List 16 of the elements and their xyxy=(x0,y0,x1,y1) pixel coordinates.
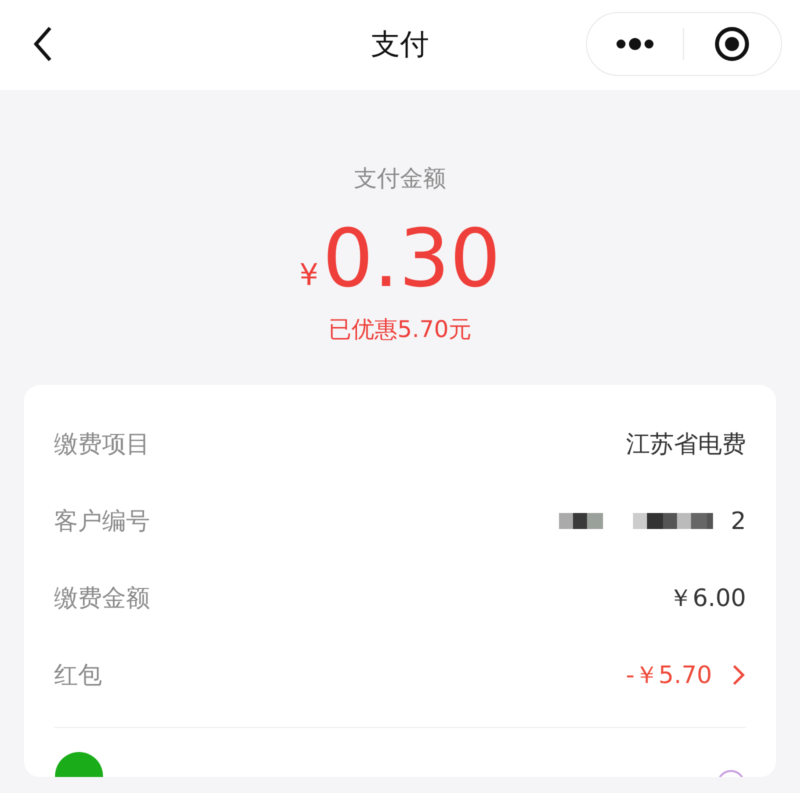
payment-amount: 0.30 xyxy=(322,218,501,298)
detail-label: 红包 xyxy=(54,660,102,690)
page-title: 支付 xyxy=(371,26,429,64)
close-icon xyxy=(714,26,750,62)
detail-label: 缴费金额 xyxy=(54,582,150,614)
currency-symbol: ¥ xyxy=(299,260,318,290)
discount-text: 已优惠5.70元 xyxy=(327,316,473,344)
amount-label: 支付金额 xyxy=(353,165,447,194)
detail-label: 缴费项目 xyxy=(54,428,150,460)
detail-value: ￥6.00 xyxy=(668,582,746,614)
detail-value: 江苏省电费 xyxy=(626,428,746,460)
detail-label: 客户编号 xyxy=(54,506,150,536)
more-icon xyxy=(614,37,655,51)
coupon-link[interactable]: -￥5.70 xyxy=(626,656,746,692)
detail-value: 2 xyxy=(730,506,746,536)
chevron-icon xyxy=(732,662,746,686)
